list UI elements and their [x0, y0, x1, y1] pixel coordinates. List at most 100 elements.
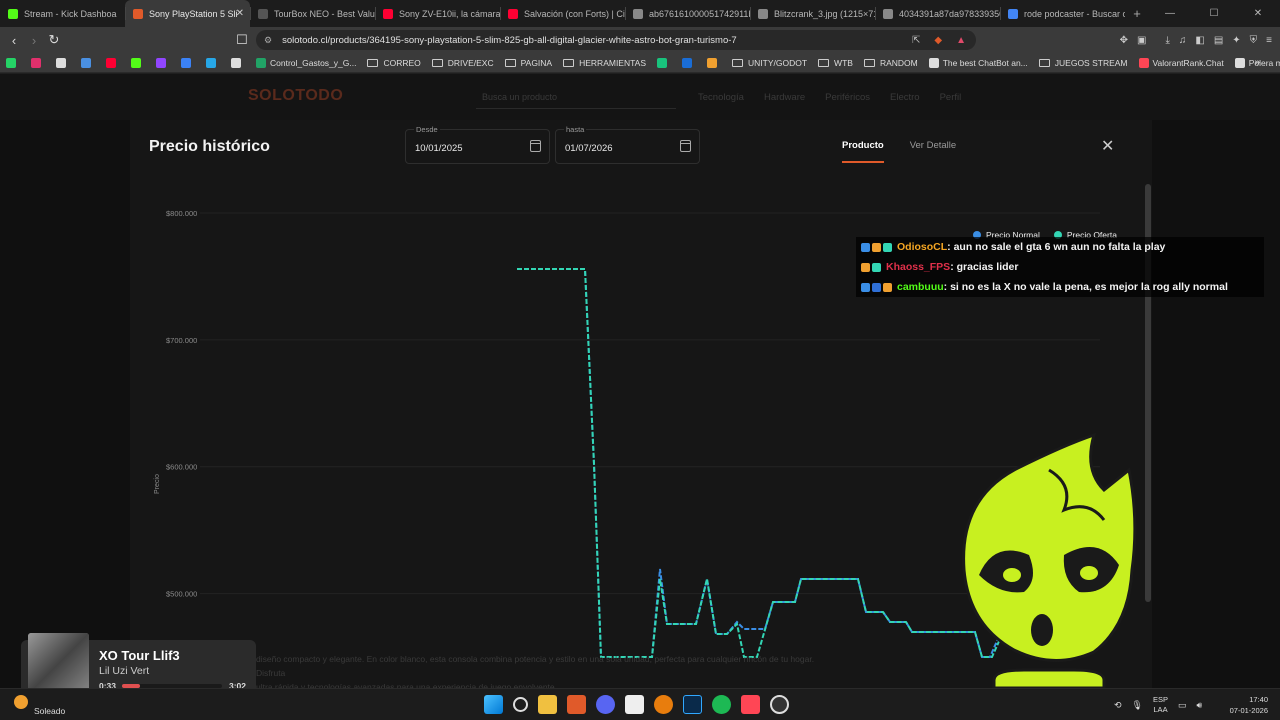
bookmark-item[interactable] — [56, 57, 70, 68]
chat-username: OdiosoCL — [897, 241, 948, 253]
maximize-icon[interactable]: ☐ — [1192, 8, 1236, 19]
bookmark-item[interactable]: DRIVE/EXC — [431, 57, 494, 68]
series-line-normal[interactable] — [517, 268, 1001, 658]
tab-title: rode podcaster - Buscar c — [1024, 8, 1125, 19]
browser-tab[interactable]: TourBox NEO - Best Value — [250, 0, 375, 27]
brave-rewards-icon[interactable]: ▲ — [956, 35, 966, 46]
bookmark-item[interactable] — [707, 57, 721, 68]
sidebar-icon[interactable]: ◧ — [1195, 35, 1204, 46]
browser-tab[interactable]: rode podcaster - Buscar c — [1000, 0, 1125, 27]
bookmark-item[interactable]: HERRAMIENTAS — [563, 58, 646, 68]
y-tick-label: $500.000 — [166, 590, 197, 599]
chat-overlay: OdiosoCL: aun no sale el gta 6 wn aun no… — [856, 237, 1264, 297]
chat-badge-icon — [883, 282, 892, 292]
bookmark-favicon-icon — [156, 57, 166, 68]
clock[interactable]: 17:40 07-01-2026 — [1230, 694, 1268, 716]
bookmark-item[interactable]: ValorantRank.Chat — [1138, 57, 1224, 68]
bookmark-label: ValorantRank.Chat — [1152, 57, 1224, 68]
start-icon[interactable] — [484, 695, 503, 714]
browser-tab[interactable]: Stream - Kick Dashboa — [0, 0, 125, 27]
bookmark-item[interactable] — [156, 57, 170, 68]
brave-shield-icon[interactable]: ◆ — [934, 35, 942, 46]
forward-icon[interactable]: › — [24, 33, 44, 48]
browser-tab[interactable]: Sony PlayStation 5 Sli ✕ — [125, 0, 250, 27]
vpn-icon[interactable]: ⛨ — [1250, 35, 1258, 46]
brave-icon[interactable] — [567, 695, 586, 714]
bookmark-item[interactable]: PAGINA — [504, 58, 552, 68]
music-icon[interactable]: ♫ — [1179, 35, 1187, 46]
bookmark-item[interactable] — [106, 57, 120, 68]
bookmark-favicon-icon — [131, 57, 141, 68]
back-icon[interactable]: ‹ — [4, 33, 24, 48]
bookmark-item[interactable] — [81, 57, 95, 68]
bookmark-item[interactable] — [131, 57, 145, 68]
bookmark-item[interactable] — [657, 57, 671, 68]
bookmark-label: DRIVE/EXC — [447, 57, 494, 68]
new-tab-icon[interactable]: + — [1127, 6, 1147, 21]
browser-tab[interactable]: Sony ZV-E10ii, la cámara o — [375, 0, 500, 27]
browser-tab[interactable]: ab676161000051742911b — [625, 0, 750, 27]
search-icon[interactable] — [513, 697, 528, 712]
minimize-icon[interactable]: — — [1148, 8, 1192, 19]
blender-icon[interactable] — [654, 695, 673, 714]
site-info-icon[interactable]: ⚙ — [264, 35, 272, 46]
bookmark-favicon-icon — [31, 57, 41, 68]
clock-date: 07-01-2026 — [1229, 706, 1268, 715]
chat-badge-icon — [861, 282, 870, 292]
network-icon[interactable]: ⟲ — [1114, 700, 1122, 711]
bookmark-item[interactable] — [31, 57, 45, 68]
screenshot-icon[interactable]: ▣ — [1137, 35, 1146, 46]
tab-title: Salvación (con Forts) | Cine — [524, 8, 625, 19]
notion-icon[interactable] — [625, 695, 644, 714]
browser-tab[interactable]: 4034391a87da978339350 — [875, 0, 1000, 27]
bookmark-item[interactable] — [682, 57, 696, 68]
photoshop-icon[interactable] — [683, 695, 702, 714]
bookmark-item[interactable]: JUEGOS STREAM — [1038, 58, 1128, 68]
address-bar[interactable]: ⚙ solotodo.cl/products/364195-sony-plays… — [256, 30, 976, 50]
download-icon[interactable]: ⤓ — [1165, 35, 1169, 46]
share-icon[interactable]: ⇱ — [912, 35, 920, 46]
bookmark-item[interactable]: RANDOM — [863, 58, 918, 68]
leo-icon[interactable]: ✦ — [1232, 35, 1240, 46]
wallet-icon[interactable]: ▤ — [1214, 35, 1223, 46]
chat-username: cambuuu — [897, 281, 944, 293]
bookmarks-bar: Control_Gastos_y_G... CORREO DRIVE/EXC PAGI… — [0, 53, 1280, 73]
bookmark-item[interactable]: The best ChatBot an... — [928, 57, 1028, 68]
reload-icon[interactable]: ↻ — [44, 32, 64, 48]
address-row: ‹ › ↻ ☐ ⚙ solotodo.cl/products/364195-so… — [0, 27, 1280, 53]
tab-strip: Stream - Kick Dashboa Sony PlayStation 5 … — [0, 0, 1280, 27]
monitor-icon[interactable]: ▭ — [1178, 700, 1187, 711]
obs-icon[interactable] — [770, 695, 789, 714]
extensions-icon[interactable]: ✥ — [1120, 35, 1128, 46]
discord-icon[interactable] — [596, 695, 615, 714]
bookmark-item[interactable] — [6, 57, 20, 68]
bookmark-item[interactable] — [206, 57, 220, 68]
mic-icon[interactable]: 🎙︎ — [1132, 700, 1143, 711]
valorant-icon[interactable] — [741, 695, 760, 714]
file-explorer-icon[interactable] — [538, 695, 557, 714]
bookmark-item[interactable]: CORREO — [367, 57, 421, 68]
chat-badge-icon — [883, 242, 892, 252]
bookmark-item[interactable]: UNITY/GODOT — [732, 58, 807, 68]
menu-icon[interactable]: ≡ — [1266, 35, 1272, 46]
volume-icon[interactable]: 🔊︎ — [1197, 700, 1203, 711]
bookmark-icon[interactable]: ☐ — [232, 32, 252, 48]
browser-tab[interactable]: Blitzcrank_3.jpg (1215×71 — [750, 0, 875, 27]
spotify-icon[interactable] — [712, 695, 731, 714]
more-bookmarks-icon[interactable]: » — [1254, 57, 1260, 68]
url-text: solotodo.cl/products/364195-sony-playsta… — [282, 34, 737, 46]
bookmark-label: CORREO — [383, 57, 421, 68]
bookmark-item[interactable] — [181, 57, 195, 68]
close-window-icon[interactable]: ✕ — [1236, 8, 1280, 19]
browser-tab[interactable]: Salvación (con Forts) | Cine — [500, 0, 625, 27]
language-indicator[interactable]: ESP LAA — [1153, 695, 1168, 715]
series-line-oferta[interactable] — [517, 268, 1001, 658]
bookmark-favicon-icon — [928, 57, 939, 68]
tab-favicon-icon — [8, 8, 18, 19]
bookmark-item[interactable]: Control_Gastos_y_G... — [256, 57, 356, 68]
bookmark-item[interactable]: WTB — [818, 58, 853, 68]
tab-close-icon[interactable]: ✕ — [236, 8, 244, 19]
bookmark-item[interactable] — [231, 57, 245, 68]
chat-text: : gracias lider — [950, 261, 1019, 273]
lang-code: ESP — [1152, 695, 1168, 704]
